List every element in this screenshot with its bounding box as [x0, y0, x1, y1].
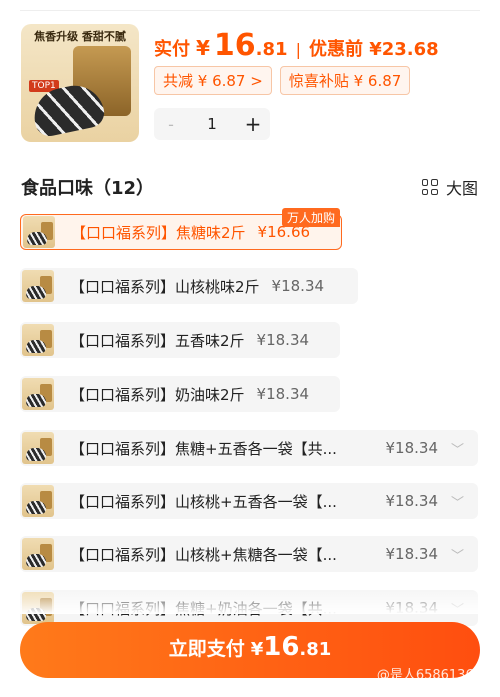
chevron-down-icon[interactable]: ﹀: [451, 492, 464, 511]
option-thumbnail: [22, 538, 54, 570]
pre-discount-price: 优惠前 ¥23.68: [308, 39, 439, 60]
flavor-option[interactable]: 【口口福系列】山核桃+五香各一袋【... ¥18.34 ﹀: [20, 483, 478, 519]
option-thumbnail: [22, 324, 54, 356]
pay-amount-int: 16: [263, 632, 300, 662]
price-summary: 实付 ¥ 16 .81 | 优惠前 ¥23.68: [154, 28, 439, 63]
flavor-option[interactable]: 【口口福系列】焦糖+五香各一袋【共... ¥18.34 ﹀: [20, 430, 478, 466]
option-name: 【口口福系列】山核桃+焦糖各一袋【...: [70, 545, 337, 564]
option-thumbnail: [23, 216, 55, 248]
option-price: ¥18.34: [256, 385, 310, 403]
option-name: 【口口福系列】山核桃味2斤: [70, 277, 260, 296]
total-discount-pill[interactable]: 共减 ¥ 6.87 >: [154, 66, 272, 95]
big-view-toggle[interactable]: 大图: [421, 175, 478, 199]
flavor-option[interactable]: 【口口福系列】奶油味2斤 ¥18.34: [20, 376, 340, 412]
quantity-stepper: - 1 +: [154, 108, 270, 140]
option-price: ¥18.34: [385, 492, 439, 510]
quantity-value[interactable]: 1: [188, 115, 236, 133]
option-name: 【口口福系列】焦糖味2斤: [71, 223, 246, 242]
paid-label: 实付: [154, 39, 190, 60]
option-name: 【口口福系列】焦糖+五香各一袋【共...: [70, 439, 337, 458]
flavor-option[interactable]: 【口口福系列】山核桃味2斤 ¥18.34: [20, 268, 358, 304]
watermark: @是人65861367: [376, 668, 482, 683]
flavor-option[interactable]: 【口口福系列】山核桃+焦糖各一袋【... ¥18.34 ﹀: [20, 536, 478, 572]
big-view-label: 大图: [445, 179, 478, 198]
option-name: 【口口福系列】奶油味2斤: [70, 385, 245, 404]
option-thumbnail: [22, 485, 54, 517]
discount-pills: 共减 ¥ 6.87 > 惊喜补贴 ¥ 6.87: [154, 66, 411, 95]
option-price: ¥18.34: [256, 331, 310, 349]
option-price: ¥18.34: [385, 439, 439, 457]
product-image[interactable]: 焦香升级 香甜不腻 TOP1: [21, 24, 139, 142]
option-name: 【口口福系列】山核桃+五香各一袋【...: [70, 492, 337, 511]
pay-currency: ¥: [250, 639, 264, 660]
option-thumbnail: [22, 270, 54, 302]
option-name: 【口口福系列】五香味2斤: [70, 331, 245, 350]
list-fade-overlay: [0, 588, 500, 614]
option-thumbnail: [22, 432, 54, 464]
chevron-down-icon[interactable]: ﹀: [451, 439, 464, 458]
pay-label: 立即支付: [168, 638, 245, 660]
flavor-section-title: 食品口味（12）: [21, 178, 155, 199]
decrease-button[interactable]: -: [154, 115, 188, 134]
paid-amount-int: 16: [213, 28, 256, 63]
top-divider: [20, 10, 480, 11]
paid-amount-dec: .81: [255, 39, 288, 60]
price-separator: |: [295, 40, 301, 59]
option-price: ¥18.34: [385, 545, 439, 563]
product-image-caption: 焦香升级 香甜不腻: [34, 30, 126, 43]
increase-button[interactable]: +: [236, 112, 270, 136]
paid-currency: ¥: [196, 36, 210, 60]
subsidy-pill[interactable]: 惊喜补贴 ¥ 6.87: [279, 66, 411, 95]
option-price: ¥18.34: [271, 277, 325, 295]
popular-badge: 万人加购: [282, 208, 341, 227]
flavor-option[interactable]: 【口口福系列】五香味2斤 ¥18.34: [20, 322, 340, 358]
option-thumbnail: [22, 378, 54, 410]
chevron-down-icon[interactable]: ﹀: [451, 545, 464, 564]
grid-view-icon: [421, 179, 438, 195]
pay-amount-dec: .81: [299, 639, 332, 660]
